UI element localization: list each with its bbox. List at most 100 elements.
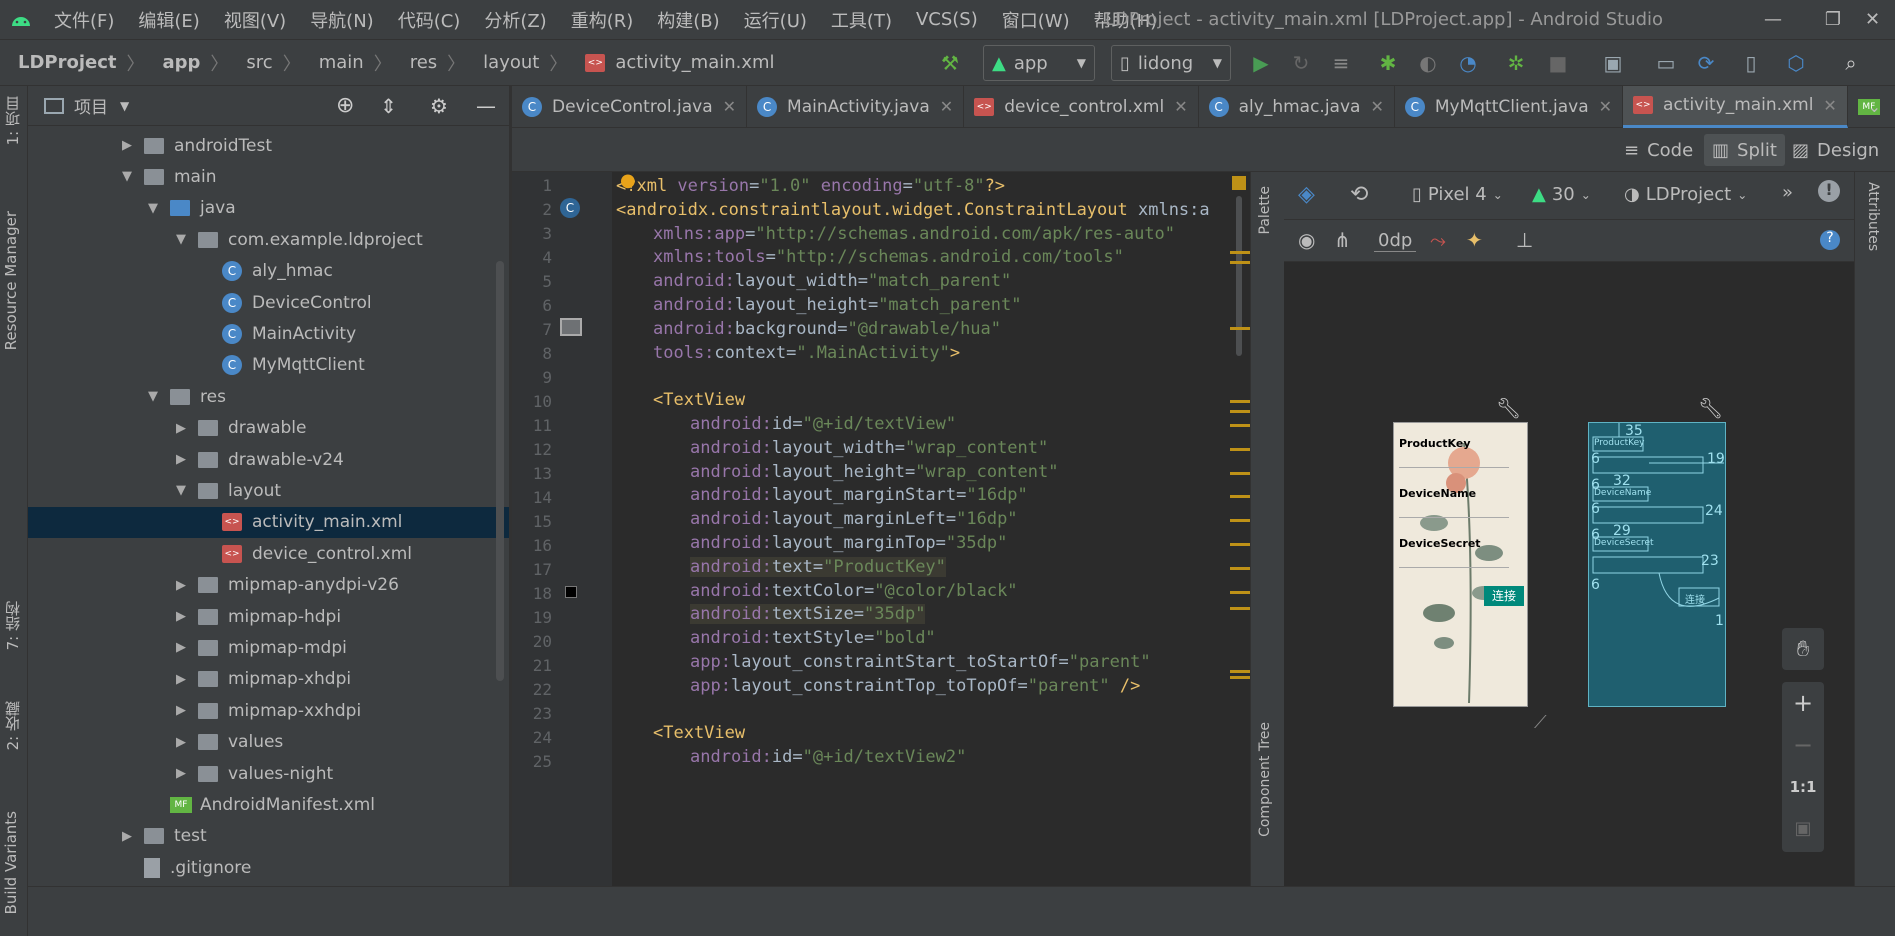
blueprint-preview[interactable]: 35 19 32 24 29 23 6 6 6 6 6 1 ProductKey… <box>1588 422 1726 707</box>
device-select[interactable]: ▯ lidong ▼ <box>1111 45 1231 81</box>
rerun-icon[interactable]: ↻ <box>1285 46 1317 80</box>
tree-item[interactable]: ▶ test <box>28 821 509 852</box>
collapsed-arrow-icon[interactable]: ▶ <box>174 766 188 781</box>
tab-mainactivity-java[interactable]: C MainActivity.java ✕ <box>747 85 965 128</box>
warning-marker[interactable] <box>1230 261 1250 264</box>
menu-vcs[interactable]: VCS(S) <box>904 9 990 30</box>
tab-devicecontrol-java[interactable]: C DeviceControl.java ✕ <box>512 85 748 128</box>
collapsed-arrow-icon[interactable]: ▶ <box>174 452 188 467</box>
menu-view[interactable]: 视图(V) <box>212 7 298 33</box>
sync-gradle-icon[interactable]: ⟳ <box>1690 46 1722 80</box>
warning-marker[interactable] <box>1230 424 1250 427</box>
tree-item[interactable]: ▶ mipmap-xhdpi <box>28 664 509 695</box>
breadcrumb-main[interactable]: main 〉 <box>301 50 392 76</box>
warning-marker[interactable] <box>1230 327 1250 330</box>
warning-marker[interactable] <box>1230 251 1250 254</box>
gear-icon[interactable]: ⚙ <box>430 94 448 118</box>
tool-tab-structure[interactable]: 7: 结构 <box>2 601 23 650</box>
warning-marker[interactable] <box>1230 676 1250 679</box>
tool-tab-project[interactable]: 1: 项目 <box>2 96 23 145</box>
close-icon[interactable]: ✕ <box>723 97 736 116</box>
tool-tab-favorites[interactable]: 2: 收藏 <box>2 701 23 750</box>
tree-item[interactable]: ▶ mipmap-hdpi <box>28 601 509 632</box>
zoom-in-icon[interactable]: + <box>1782 682 1824 724</box>
warning-icon[interactable]: ! <box>1818 180 1840 202</box>
project-view-label[interactable]: 项目 <box>74 93 108 118</box>
help-icon[interactable]: ? <box>1820 230 1840 250</box>
zoom-fit-icon[interactable]: ▣ <box>1782 808 1824 850</box>
collapsed-arrow-icon[interactable]: ▶ <box>174 421 188 436</box>
resize-handle-icon[interactable]: ⟋ <box>1534 712 1547 733</box>
menu-window[interactable]: 窗口(W) <box>990 7 1082 33</box>
menu-file[interactable]: 文件(F) <box>42 7 126 33</box>
warning-marker[interactable] <box>1230 543 1250 546</box>
tree-item[interactable]: ▼ com.example.ldproject <box>28 224 509 255</box>
tab-aly-hmac-java[interactable]: Caly_hmac.java ✕ <box>1199 85 1395 128</box>
project-structure-icon[interactable]: ▣ <box>1597 46 1629 80</box>
tree-item[interactable]: C MyMqttClient <box>28 350 509 381</box>
close-icon[interactable]: ✕ <box>1370 97 1383 116</box>
profile-icon[interactable]: ◐ <box>1412 46 1444 80</box>
component-tree-tab[interactable]: Component Tree <box>1257 722 1273 837</box>
tree-item[interactable]: ▶ androidTest <box>28 130 509 161</box>
tool-tab-resource-manager[interactable]: Resource Manager <box>2 211 20 350</box>
code-editor[interactable]: <?xml version="1.0" encoding="utf-8"?> <a… <box>612 172 1250 886</box>
breadcrumb-res[interactable]: res 〉 <box>392 50 465 76</box>
breadcrumb-file[interactable]: <> activity_main.xml <box>567 52 775 73</box>
warning-marker[interactable] <box>1230 472 1250 475</box>
collapsed-arrow-icon[interactable]: ▶ <box>174 735 188 750</box>
expanded-arrow-icon[interactable]: ▼ <box>174 483 188 498</box>
collapsed-arrow-icon[interactable]: ▶ <box>174 640 188 655</box>
orientation-icon[interactable]: ⟲ <box>1350 182 1368 207</box>
tab-device-control-xml[interactable]: <> device_control.xml ✕ <box>964 85 1199 128</box>
warning-marker[interactable] <box>1230 410 1250 413</box>
collapsed-arrow-icon[interactable]: ▶ <box>174 609 188 624</box>
tree-item[interactable]: C MainActivity <box>28 318 509 349</box>
close-icon[interactable]: ✕ <box>940 97 953 116</box>
warning-marker[interactable] <box>1230 400 1250 403</box>
palette-tab[interactable]: Palette <box>1257 186 1273 235</box>
menu-refactor[interactable]: 重构(R) <box>559 7 646 33</box>
tree-item[interactable]: <> activity_main.xml <box>28 506 509 538</box>
tree-item[interactable]: ▶ values-night <box>28 758 509 789</box>
mode-code-button[interactable]: ≡ Code <box>1616 134 1701 166</box>
warning-marker[interactable] <box>1230 448 1250 451</box>
tool-tab-build-variants[interactable]: Build Variants <box>2 811 20 914</box>
design-preview[interactable]: ProductKey DeviceName DeviceSecret 连接 <box>1393 422 1528 707</box>
tree-item[interactable]: ▶ mipmap-anydpi-v26 <box>28 570 509 601</box>
tree-scrollbar[interactable] <box>496 261 504 681</box>
mode-design-button[interactable]: ▨ Design <box>1784 134 1887 166</box>
chevron-down-icon[interactable]: ▼ <box>120 99 129 113</box>
image-gutter-icon[interactable] <box>560 318 582 336</box>
guidelines-icon[interactable]: ⊥ <box>1516 228 1533 252</box>
tree-item[interactable]: <> device_control.xml <box>28 538 509 569</box>
wrench-icon[interactable]: 🔧︎ <box>1698 396 1723 420</box>
menu-build[interactable]: 构建(B) <box>645 7 731 33</box>
close-icon[interactable]: ✕ <box>1174 97 1187 116</box>
warning-marker[interactable] <box>1230 670 1250 673</box>
apply-changes-icon[interactable]: ≡ <box>1325 46 1357 80</box>
expanded-arrow-icon[interactable]: ▼ <box>146 389 160 404</box>
attach-debugger-icon[interactable]: ✲ <box>1500 46 1532 80</box>
run-config-select[interactable]: ▲ app ▼ <box>983 45 1095 81</box>
warning-marker[interactable] <box>1230 567 1250 570</box>
expanded-arrow-icon[interactable]: ▼ <box>120 169 134 184</box>
expanded-arrow-icon[interactable]: ▼ <box>146 201 160 216</box>
collapsed-arrow-icon[interactable]: ▶ <box>174 672 188 687</box>
device-select[interactable]: ▯ Pixel 4 ⌄ <box>1412 184 1503 205</box>
collapse-all-icon[interactable]: ⇕ <box>380 94 397 118</box>
menu-code[interactable]: 代码(C) <box>386 7 473 33</box>
locate-file-icon[interactable]: ⊕ <box>336 93 354 118</box>
avd-manager-icon[interactable]: ▭ <box>1650 46 1682 80</box>
zoom-actual-size-button[interactable]: 1:1 <box>1782 766 1824 808</box>
tab-activity-main-xml[interactable]: <> activity_main.xml ✕ <box>1623 85 1848 128</box>
close-icon[interactable]: ✕ <box>1823 96 1836 115</box>
tabs-dropdown-icon[interactable]: ⌄ <box>1868 97 1881 116</box>
wrench-icon[interactable]: 🔧︎ <box>1496 396 1521 420</box>
profiler-gauge-icon[interactable]: ◔ <box>1452 46 1484 80</box>
tree-item[interactable]: ▼ res <box>28 381 509 412</box>
breadcrumb-app[interactable]: app 〉 <box>145 50 229 76</box>
collapsed-arrow-icon[interactable]: ▶ <box>120 138 134 153</box>
tree-item[interactable]: ▼ main <box>28 161 509 192</box>
minimize-button[interactable]: — <box>1743 0 1803 39</box>
